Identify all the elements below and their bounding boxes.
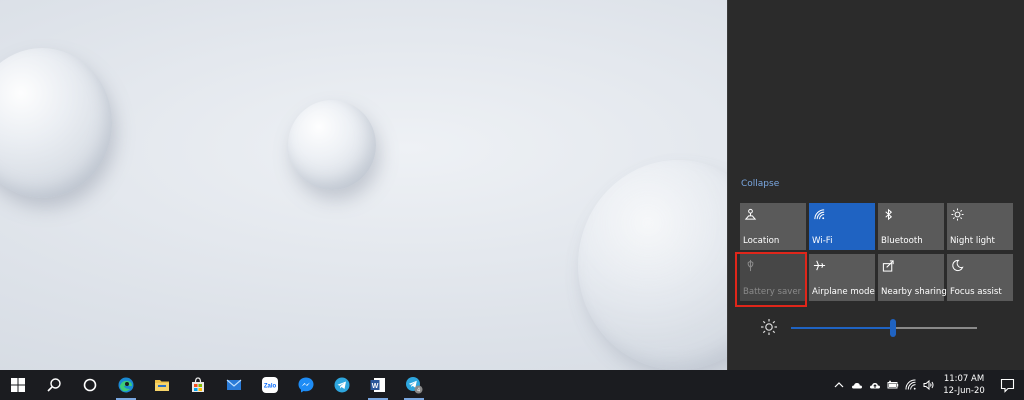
telegram-2-button[interactable]: 4 (396, 370, 432, 400)
tile-label: Wi-Fi (812, 236, 833, 246)
cloud-upload-icon (869, 382, 880, 389)
edge-app-button[interactable] (108, 370, 144, 400)
location-icon (744, 208, 758, 222)
onedrive-tray-button[interactable] (848, 370, 866, 400)
search-button[interactable] (36, 370, 72, 400)
quick-actions-grid: Location Wi-Fi Bluetooth Night light Bat… (740, 203, 1013, 301)
tile-wifi[interactable]: Wi-Fi (809, 203, 875, 250)
telegram-button[interactable] (324, 370, 360, 400)
chevron-up-icon (834, 382, 844, 388)
tile-label: Focus assist (950, 287, 1002, 297)
windows-logo-icon (11, 378, 25, 392)
zalo-label: Zalo (264, 384, 277, 390)
edge-icon (118, 377, 134, 393)
tile-night-light[interactable]: Night light (947, 203, 1013, 250)
tile-label: Bluetooth (881, 236, 923, 246)
wifi-icon (905, 379, 916, 390)
mail-icon (226, 379, 242, 390)
focus-assist-icon (951, 259, 965, 273)
tile-label: Battery saver (743, 287, 802, 297)
water-drop (288, 100, 376, 190)
cortana-icon (83, 378, 97, 392)
action-center-panel: Collapse Location Wi-Fi Bluetooth Night … (727, 0, 1024, 370)
brightness-icon (760, 318, 778, 336)
action-center-button[interactable] (990, 370, 1024, 400)
wifi-icon (813, 208, 827, 222)
taskbar-clock[interactable]: 11:07 AM 12-Jun-20 (938, 370, 990, 400)
brightness-slider[interactable] (761, 318, 996, 338)
brightness-fill (791, 327, 894, 329)
night-light-icon (951, 208, 965, 222)
tile-label: Location (743, 236, 780, 246)
tile-nearby-sharing[interactable]: Nearby sharing (878, 254, 947, 301)
tile-label: Nearby sharing (881, 287, 947, 297)
telegram-badge-icon: 4 (406, 377, 423, 394)
nearby-sharing-icon (882, 259, 896, 273)
brightness-track[interactable] (791, 319, 977, 337)
messenger-icon (298, 377, 314, 393)
zalo-icon: Zalo (262, 377, 278, 393)
battery-saver-icon (744, 259, 758, 273)
clock-date: 12-Jun-20 (943, 386, 985, 396)
show-hidden-icons-button[interactable] (830, 370, 848, 400)
brightness-thumb[interactable] (890, 319, 897, 337)
store-icon (192, 377, 204, 392)
volume-tray-button[interactable] (920, 370, 938, 400)
notification-icon (1000, 378, 1014, 393)
search-icon (47, 378, 61, 392)
tile-label: Night light (950, 236, 995, 246)
cortana-button[interactable] (72, 370, 108, 400)
system-tray: 11:07 AM 12-Jun-20 (830, 370, 1024, 400)
word-icon: W (370, 378, 385, 392)
start-button[interactable] (0, 370, 36, 400)
tile-location[interactable]: Location (740, 203, 806, 250)
word-app-button[interactable]: W (360, 370, 396, 400)
tile-bluetooth[interactable]: Bluetooth (878, 203, 944, 250)
battery-tray-button[interactable] (884, 370, 902, 400)
tile-focus-assist[interactable]: Focus assist (947, 254, 1013, 301)
tile-battery-saver[interactable]: Battery saver (740, 254, 806, 301)
telegram-badge-count: 4 (417, 388, 420, 394)
taskbar: Zalo W 4 11:07 AM 12-Jun-20 (0, 370, 1024, 400)
collapse-link[interactable]: Collapse (741, 179, 779, 189)
mail-button[interactable] (216, 370, 252, 400)
bluetooth-icon (882, 208, 896, 222)
battery-icon (887, 380, 899, 389)
zalo-button[interactable]: Zalo (252, 370, 288, 400)
speaker-icon (923, 379, 934, 391)
airplane-icon (813, 259, 827, 273)
file-explorer-button[interactable] (144, 370, 180, 400)
telegram-icon (334, 377, 350, 393)
cloud-sync-tray-button[interactable] (866, 370, 884, 400)
water-drop (0, 48, 112, 198)
word-label: W (372, 383, 379, 390)
cloud-icon (851, 382, 862, 389)
messenger-button[interactable] (288, 370, 324, 400)
clock-time: 11:07 AM (943, 374, 985, 384)
tile-label: Airplane mode (812, 287, 875, 297)
store-button[interactable] (180, 370, 216, 400)
folder-icon (155, 380, 169, 391)
tile-airplane-mode[interactable]: Airplane mode (809, 254, 875, 301)
network-tray-button[interactable] (902, 370, 920, 400)
